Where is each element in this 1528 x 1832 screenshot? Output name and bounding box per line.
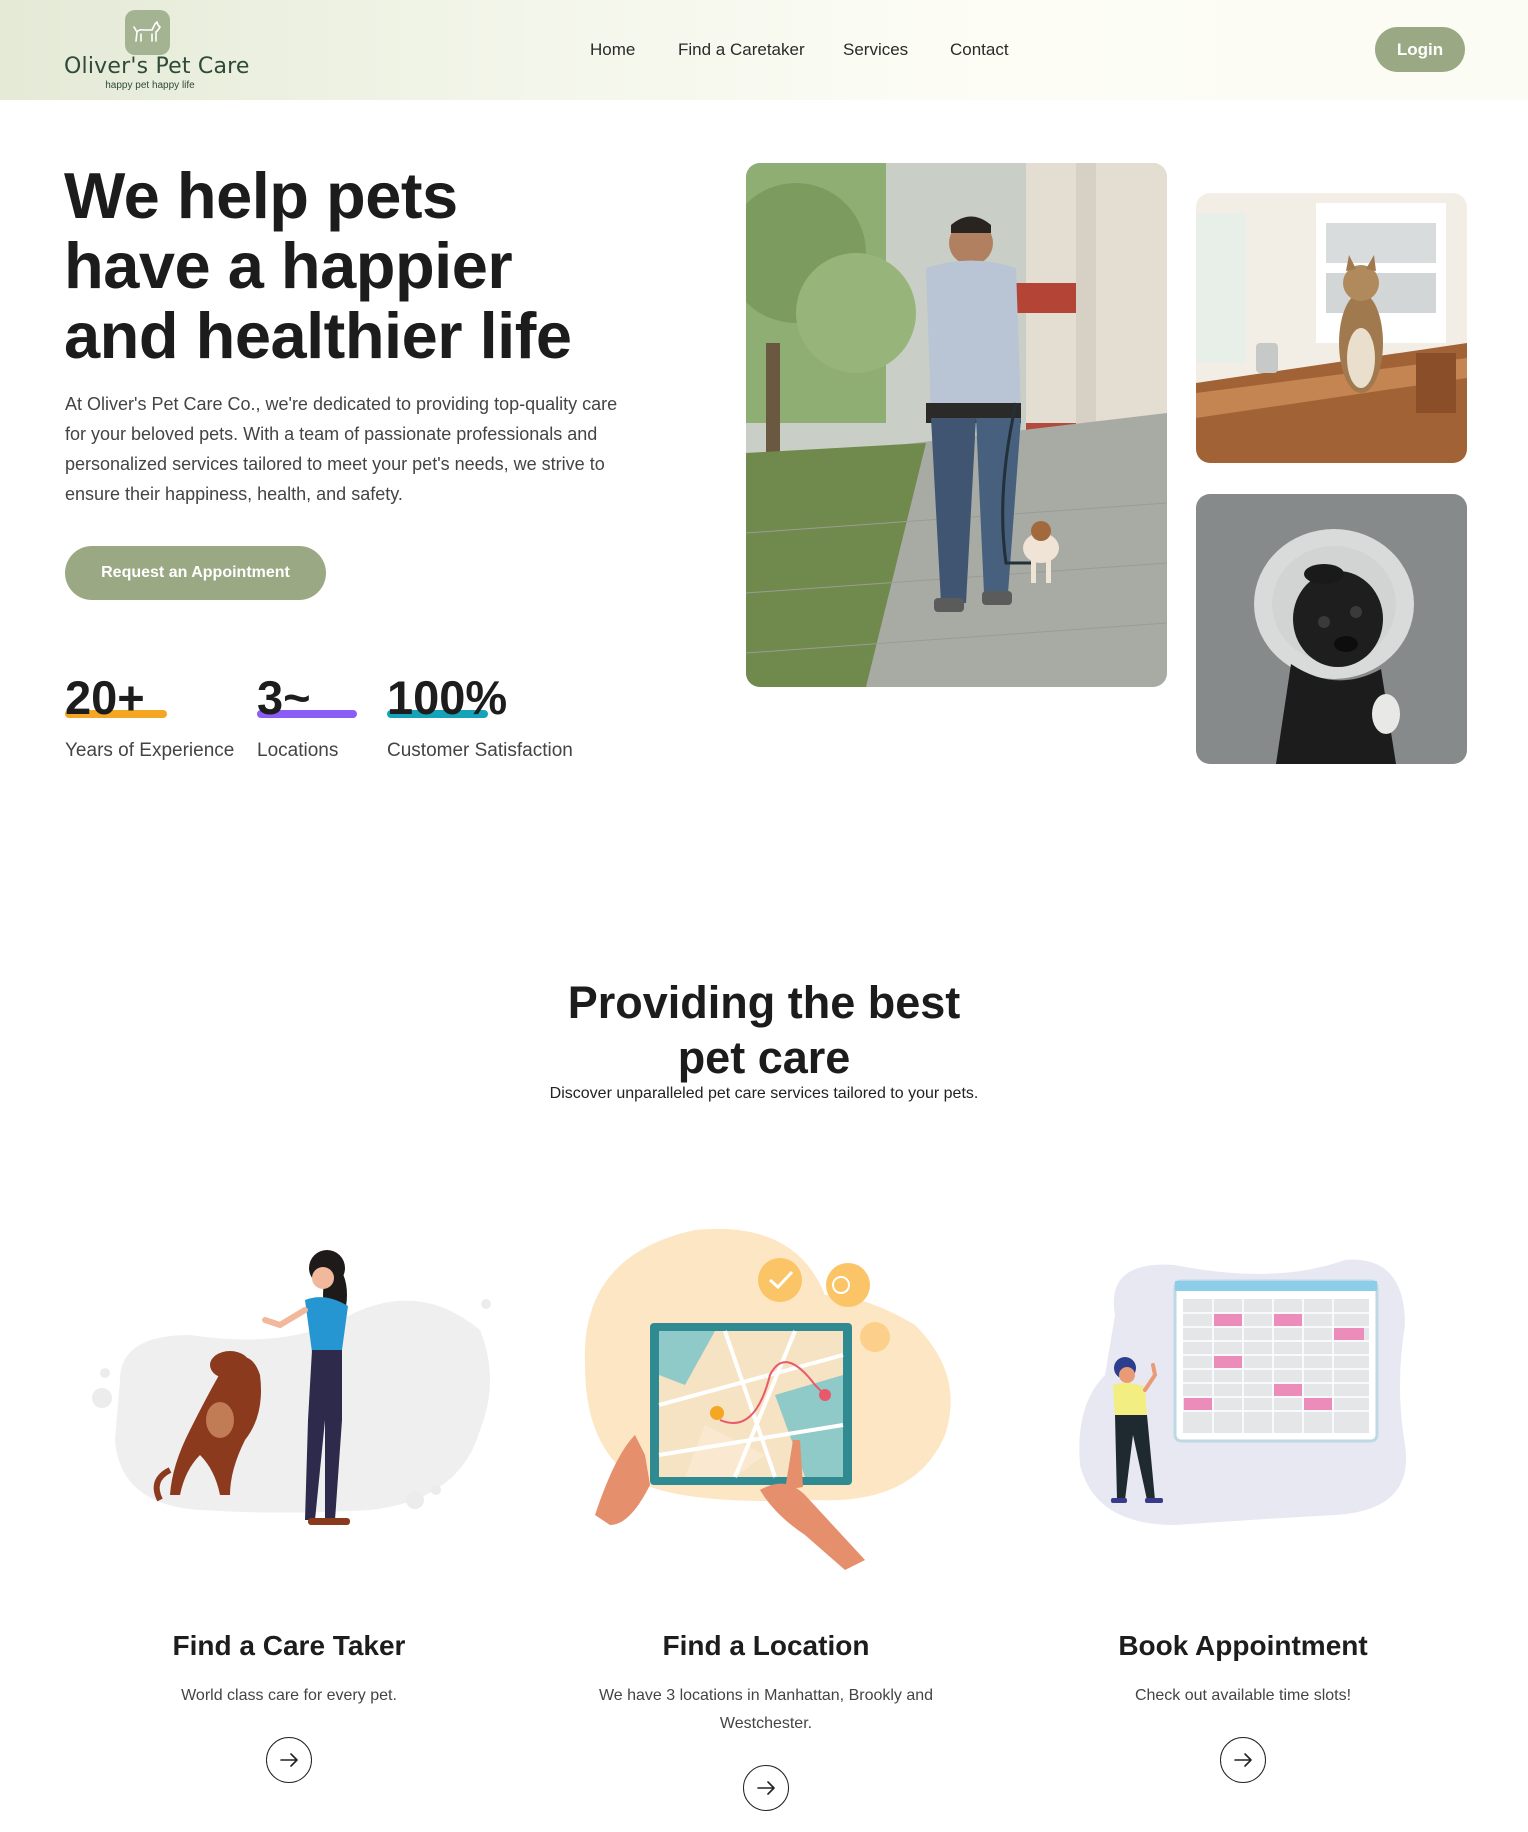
card-title-appointment: Book Appointment bbox=[1118, 1630, 1368, 1661]
nav-find-caretaker[interactable]: Find a Caretaker bbox=[678, 40, 805, 60]
logo[interactable]: Oliver's Pet Care happy pet happy life bbox=[64, 10, 250, 94]
cat-on-table-photo bbox=[1196, 193, 1467, 463]
stat-years-label: Years of Experience bbox=[65, 740, 235, 761]
stat-years-value: 20+ bbox=[65, 671, 145, 724]
man-walking-dog-photo bbox=[746, 163, 1167, 687]
location-arrow-button[interactable] bbox=[743, 1765, 789, 1811]
arrow-right-icon bbox=[280, 1753, 298, 1767]
request-appointment-button[interactable]: Request an Appointment bbox=[65, 546, 326, 600]
card-desc-caretaker: World class care for every pet. bbox=[181, 1687, 397, 1704]
logo-tagline: happy pet happy life bbox=[105, 80, 195, 91]
hero-description: At Oliver's Pet Care Co., we're dedicate… bbox=[65, 394, 618, 504]
card-desc-appointment: Check out available time slots! bbox=[1134, 1687, 1352, 1704]
dog-logo-icon bbox=[125, 10, 170, 55]
caretaker-arrow-button[interactable] bbox=[266, 1737, 312, 1783]
site-header: Oliver's Pet Care happy pet happy life H… bbox=[0, 0, 1528, 100]
card-desc-location: We have 3 locations in Manhattan, Brookl… bbox=[598, 1687, 934, 1732]
card-title-caretaker: Find a Care Taker bbox=[172, 1630, 406, 1661]
calendar-illustration bbox=[1075, 1255, 1415, 1535]
caretaker-illustration bbox=[80, 1240, 500, 1550]
services-title: Providing the best pet care bbox=[567, 977, 961, 1083]
services-subtitle: Discover unparalleled pet care services … bbox=[549, 1085, 979, 1102]
nav-contact[interactable]: Contact bbox=[950, 40, 1009, 60]
pug-in-cone-photo bbox=[1196, 494, 1467, 764]
arrow-right-icon bbox=[757, 1781, 775, 1795]
location-map-illustration bbox=[575, 1225, 960, 1570]
card-title-location: Find a Location bbox=[662, 1630, 870, 1661]
login-button[interactable]: Login bbox=[1375, 27, 1465, 72]
stat-satisfaction-value: 100% bbox=[387, 671, 508, 724]
appointment-arrow-button[interactable] bbox=[1220, 1737, 1266, 1783]
nav-home[interactable]: Home bbox=[590, 40, 635, 60]
stat-satisfaction-label: Customer Satisfaction bbox=[387, 740, 573, 761]
hero-title: We help pets have a happier and healthie… bbox=[64, 159, 572, 372]
nav-services[interactable]: Services bbox=[843, 40, 908, 60]
stat-locations-label: Locations bbox=[257, 740, 339, 761]
logo-name: Oliver's Pet Care bbox=[64, 54, 250, 79]
stat-locations-value: 3~ bbox=[257, 671, 311, 724]
arrow-right-icon bbox=[1234, 1753, 1252, 1767]
